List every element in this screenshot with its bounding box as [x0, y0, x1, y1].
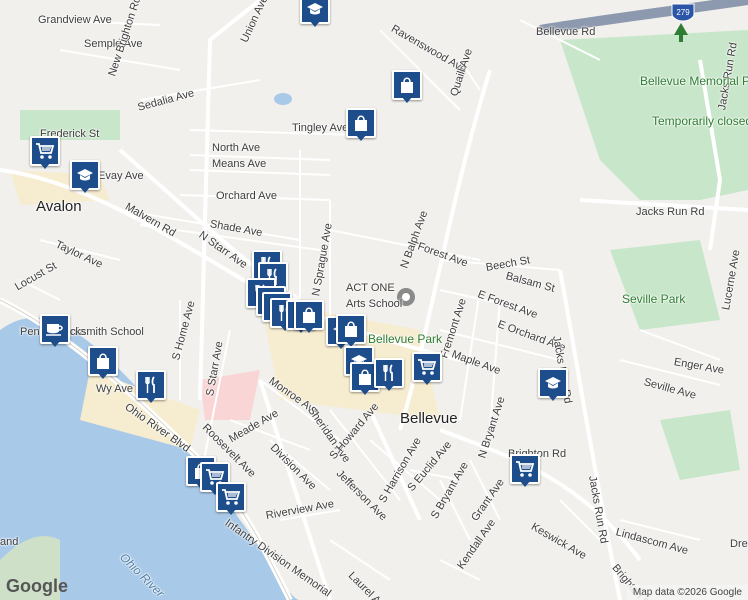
marker-pointer: [225, 508, 237, 515]
street-label: Grandview Ave: [38, 14, 112, 26]
park-label: Bellevue Park: [368, 332, 443, 346]
street-label: Wy Ave: [96, 383, 133, 395]
map-marker-shop[interactable]: [294, 300, 324, 334]
street-label: North Ave: [212, 142, 261, 154]
marker-pointer: [79, 186, 91, 193]
town-label: Avalon: [36, 198, 82, 215]
park-label: Temporarily closed: [652, 114, 748, 128]
marker-pointer: [303, 326, 315, 333]
street-label: Tingley Ave: [292, 122, 349, 134]
marker-pointer: [145, 396, 157, 403]
street-label: Jacks Run Rd: [636, 206, 705, 218]
map-marker-shop[interactable]: [88, 346, 118, 380]
marker-pointer: [309, 20, 321, 27]
map-marker-shop[interactable]: [346, 108, 376, 142]
map-marker-cafe[interactable]: [40, 314, 70, 348]
town-label: Bellevue: [400, 410, 458, 427]
marker-pointer: [383, 384, 395, 391]
marker-pointer: [519, 480, 531, 487]
marker-pointer: [39, 162, 51, 169]
marker-pointer: [547, 394, 559, 401]
street-label: Means Ave: [212, 158, 267, 170]
street-label: and: [0, 536, 19, 548]
street-label: ACT ONE: [346, 282, 395, 294]
street-label: Semple Ave: [84, 38, 143, 50]
map-attribution[interactable]: Map data ©2026 Google: [626, 585, 748, 600]
marker-pointer: [49, 340, 61, 347]
map-marker-school[interactable]: [70, 160, 100, 194]
marker-pointer: [401, 96, 413, 103]
interstate-shield-icon: 279: [671, 3, 695, 22]
map-marker-shop[interactable]: [392, 70, 422, 104]
marker-pointer: [355, 134, 367, 141]
park-label: Bellevue Memorial Park & Pool: [640, 74, 748, 88]
map-marker-restaurant[interactable]: [374, 358, 404, 392]
map-marker-grocery[interactable]: [216, 482, 246, 516]
map-marker-restaurant[interactable]: [136, 370, 166, 404]
street-label: Bellevue Rd: [536, 26, 596, 38]
marker-pointer: [421, 378, 433, 385]
street-label: Arts School: [346, 298, 403, 310]
map-marker-school[interactable]: [300, 0, 330, 28]
street-label: Dre: [730, 538, 748, 550]
park-label: Seville Park: [622, 292, 686, 306]
map-marker-grocery[interactable]: [30, 136, 60, 170]
marker-pointer: [359, 388, 371, 395]
street-label: Evay Ave: [98, 170, 144, 182]
svg-text:279: 279: [676, 8, 690, 17]
street-label: Orchard Ave: [216, 190, 277, 202]
map-marker-grocery[interactable]: [412, 352, 442, 386]
map-canvas[interactable]: 279 Avalon Bellevue Grandview Ave Semple Av…: [0, 0, 748, 600]
map-marker-grocery[interactable]: [510, 454, 540, 488]
map-marker-school[interactable]: [538, 368, 568, 402]
google-logo: Google: [6, 576, 68, 596]
map-marker-shop[interactable]: [336, 314, 366, 348]
marker-pointer: [97, 372, 109, 379]
tree-icon: [672, 22, 690, 49]
